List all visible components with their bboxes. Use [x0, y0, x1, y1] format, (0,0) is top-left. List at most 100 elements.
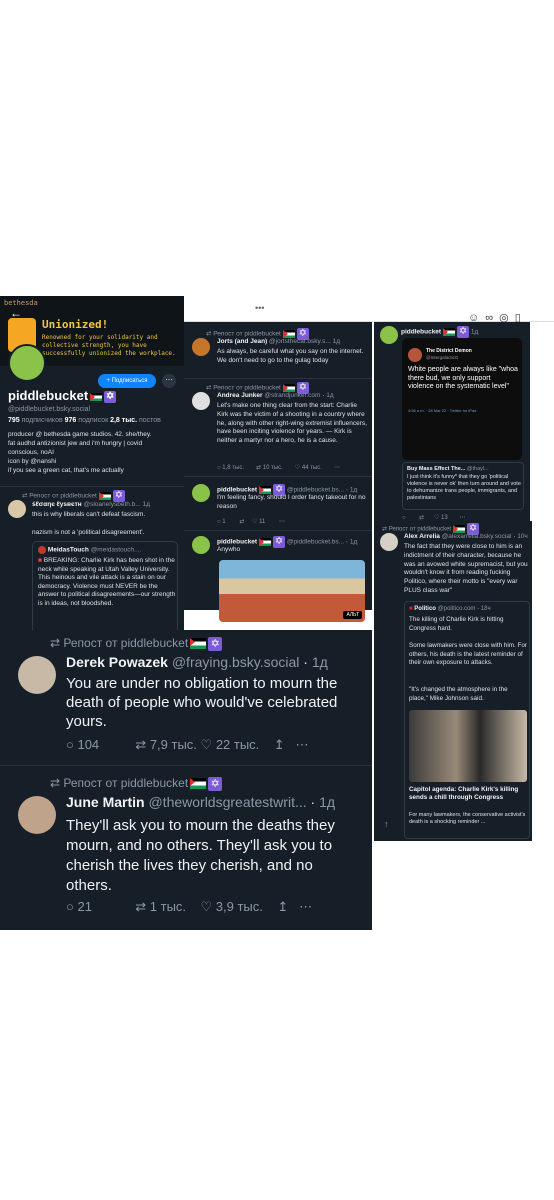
share-icon[interactable]: ↥: [274, 737, 285, 752]
repost-indicator: ⇄ Репост от piddlebucket ✡: [50, 636, 223, 651]
like-button[interactable]: ♡ 22 тыс.: [201, 737, 260, 752]
more-icon[interactable]: ⋯: [296, 737, 309, 752]
like-button[interactable]: ♡ 3,9 тыс.: [201, 899, 263, 914]
like-button[interactable]: ♡ 44 тыс.: [295, 465, 328, 471]
link-title: Capitol agenda: Charlie Kirk's killing s…: [409, 786, 519, 802]
profile-avatar[interactable]: [8, 344, 46, 382]
bio-line: fat audhd antizionist jew and i'm hungry…: [8, 440, 143, 447]
demon-meta: 4:56 a.m. · 28 Mar 22 · Twitter for iPad: [408, 408, 477, 413]
following-label[interactable]: подписок: [78, 417, 108, 424]
repost-button[interactable]: ⇄ 1 тыс.: [135, 899, 186, 914]
profile-handle: @piddlebucket.bsky.social: [8, 406, 91, 413]
bio-line: conscious, noAI: [8, 449, 54, 456]
posts-label: постов: [138, 417, 161, 424]
quote-card[interactable]: Buy Mass Effect The... @thayl... I just …: [402, 462, 524, 510]
following-count: 976: [64, 417, 77, 424]
repost-button[interactable]: ⇄: [239, 519, 244, 525]
bottom-post-2: ⇄ Репост от piddlebucket ✡ June Martin @t…: [0, 766, 372, 930]
profile-stats: 795 подписчиков 976 подписок 2,8 тыс. по…: [8, 417, 161, 424]
menu-dots[interactable]: •••: [255, 303, 264, 313]
politico-text-2: Some lawmakers were close with him. For …: [409, 642, 527, 667]
reply-button[interactable]: ○ 1: [217, 519, 232, 525]
demon-avatar: [408, 348, 422, 362]
sloane-text: this is why liberals can't defeat fascis…: [32, 511, 146, 518]
share-icon[interactable]: ⋯: [334, 465, 340, 471]
like-button[interactable]: ♡ 11: [252, 519, 271, 525]
tweet-screenshot[interactable]: The District Demon @IntergalacticG White…: [402, 338, 522, 460]
politico-quote[interactable]: ■ Politico @politico.com · 18ч The killi…: [404, 601, 530, 839]
subscribe-button[interactable]: + Подписаться: [98, 374, 156, 388]
post-text: Let's make one thing clear from the star…: [217, 402, 367, 445]
sloane-text-2: nazism is not a 'political disagreement'…: [32, 529, 145, 536]
sloane-header: śℓσαηє ℓуѕвєтн @sloanelysbeth.b... 1д: [32, 501, 150, 508]
jorts-avatar[interactable]: [192, 338, 210, 356]
link-desc: For many lawmakers, the conservative act…: [409, 812, 526, 825]
bio-line: if you see a green cat, that's me actual…: [8, 467, 124, 474]
andrea-avatar[interactable]: [192, 392, 210, 410]
achievement-title: Unionized!: [42, 318, 109, 331]
profile-panel: bethesda ← Unionized! Renowned for your …: [0, 296, 184, 648]
reply-button[interactable]: ○ 21: [66, 899, 92, 914]
politico-text-1: The killing of Charlie Kirk is hitting C…: [409, 616, 504, 632]
reply-button[interactable]: ○ 104: [66, 737, 99, 752]
right-post-1: piddlebucket ✡ 1д The District Demon @Int…: [374, 322, 530, 527]
post-header: piddlebucket ✡ 1д: [401, 326, 479, 338]
repost-button[interactable]: ⇄ 7,9 тыс.: [135, 737, 197, 752]
reply-button[interactable]: ○ 1,8 тыс.: [217, 465, 250, 471]
demon-text: White people are always like "whoa there…: [408, 366, 518, 390]
followers-label[interactable]: подписчиков: [22, 417, 63, 424]
post-actions: ○ 1 ⇄ ♡ 11 ⋯: [217, 518, 291, 525]
flag-icon: [90, 392, 103, 401]
achievement-text: Renowned for your solidarity and collect…: [42, 334, 176, 357]
right-post-2: ⇄ Репост от piddlebucket ✡ Alex Arrelia @…: [374, 521, 532, 841]
demon-name: The District Demon: [426, 348, 472, 354]
middle-feed: ⇄ Репост от piddlebucket ✡ Jorts (and Jea…: [184, 322, 372, 622]
quote-text: ■ BREAKING: Charlie Kirk has been shot i…: [38, 557, 176, 607]
repost-indicator: ⇄ Репост от piddlebucket ✡: [50, 776, 223, 791]
posts-count: 2,8 тыс.: [110, 417, 138, 424]
quote-card[interactable]: MeidasTouch @meidastouch.... ■ BREAKING:…: [32, 541, 178, 643]
more-options-icon[interactable]: ⋯: [162, 374, 176, 388]
capitol-photo[interactable]: [409, 710, 527, 782]
post-header: Derek Powazek @fraying.bsky.social · 1д: [66, 654, 328, 670]
share-icon[interactable]: ↥: [277, 899, 288, 914]
post-actions: ○ ⇄ ♡ 13 ⋯: [402, 515, 466, 521]
post-text: You are under no obligation to mourn the…: [66, 675, 338, 730]
piddlebucket-avatar[interactable]: [380, 326, 398, 344]
post-text: I'm feeling fancy, should I order fancy …: [217, 494, 366, 510]
star-of-david-icon: ✡: [104, 390, 117, 403]
alex-avatar[interactable]: [380, 533, 398, 551]
repost-button[interactable]: ⇄ 10 тыс.: [256, 465, 289, 471]
more-icon[interactable]: ⋯: [299, 899, 312, 914]
post-text: They'll ask you to mourn the deaths they…: [66, 817, 335, 894]
profile-bio: producer @ bethesda game studios. 42. sh…: [8, 430, 180, 475]
politico-text-3: "It's changed the atmosphere in the plac…: [409, 686, 508, 702]
post-actions: ○ 1,8 тыс. ⇄ 10 тыс. ♡ 44 тыс. ⋯: [217, 464, 346, 471]
bio-line: icon by @nanshi: [8, 458, 57, 465]
post-text: Anywho: [217, 546, 241, 553]
crabs-image[interactable]: АЛЬТ: [219, 560, 365, 622]
display-name: piddlebucket: [8, 388, 89, 403]
scroll-top-icon[interactable]: ↑: [384, 819, 389, 829]
politico-logo-icon: ■: [409, 606, 413, 612]
june-avatar[interactable]: [18, 796, 56, 834]
alt-badge[interactable]: АЛЬТ: [343, 611, 362, 619]
profile-name-row: piddlebucket ✡: [8, 388, 117, 403]
post-header: Alex Arrelia @alexarrelia.bsky.social · …: [404, 533, 528, 540]
post-text: As always, be careful what you say on th…: [217, 348, 364, 364]
piddlebucket-avatar[interactable]: [192, 484, 210, 502]
sloane-avatar[interactable]: [8, 500, 26, 518]
post-actions: ○ 21 ⇄ 1 тыс. ♡ 3,9 тыс. ↥ ⋯: [66, 899, 312, 915]
piddlebucket-avatar[interactable]: [192, 536, 210, 554]
post-header: Andrea Junker @strandjunker.com · 1д: [217, 392, 334, 399]
followers-count: 795: [8, 417, 20, 424]
share-icon[interactable]: ⋯: [279, 519, 285, 525]
derek-avatar[interactable]: [18, 656, 56, 694]
meidas-avatar: [38, 546, 46, 554]
bio-line: producer @ bethesda game studios. 42. sh…: [8, 431, 152, 438]
post-actions: ○ 104 ⇄ 7,9 тыс. ♡ 22 тыс. ↥ ⋯: [66, 737, 309, 753]
quote-text: I just think it's funny* that they go 'p…: [407, 474, 521, 501]
bottom-post-1: ⇄ Репост от piddlebucket ✡ Derek Powazek …: [0, 630, 372, 766]
demon-handle: @IntergalacticG: [426, 355, 459, 360]
post-header: June Martin @theworldsgreatestwrit... · …: [66, 794, 336, 810]
